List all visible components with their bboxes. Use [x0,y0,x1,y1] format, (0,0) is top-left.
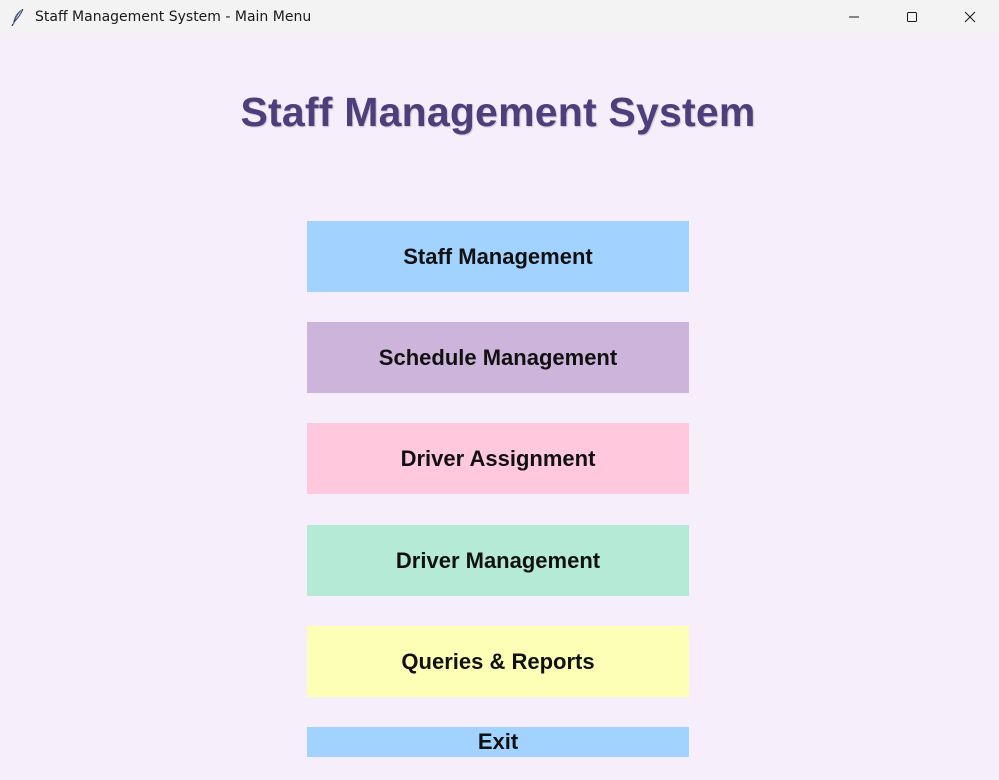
driver-assignment-button[interactable]: Driver Assignment [307,423,689,494]
close-icon [964,11,976,22]
window-controls [825,0,999,33]
app-window: Staff Management System - Main Menu Staf… [0,0,999,780]
maximize-icon [907,11,917,22]
main-menu: Staff Management System Staff Management… [0,33,999,780]
exit-button[interactable]: Exit [307,727,689,757]
page-title: Staff Management System [240,89,756,135]
staff-management-button[interactable]: Staff Management [307,221,689,292]
minimize-button[interactable] [825,0,883,33]
driver-management-button[interactable]: Driver Management [307,525,689,596]
queries-reports-button[interactable]: Queries & Reports [307,626,689,697]
feather-icon [11,8,24,26]
schedule-management-button[interactable]: Schedule Management [307,322,689,393]
title-bar[interactable]: Staff Management System - Main Menu [0,0,999,33]
window-title: Staff Management System - Main Menu [35,8,312,25]
close-button[interactable] [941,0,999,33]
maximize-button[interactable] [883,0,941,33]
minimize-icon [849,16,859,17]
